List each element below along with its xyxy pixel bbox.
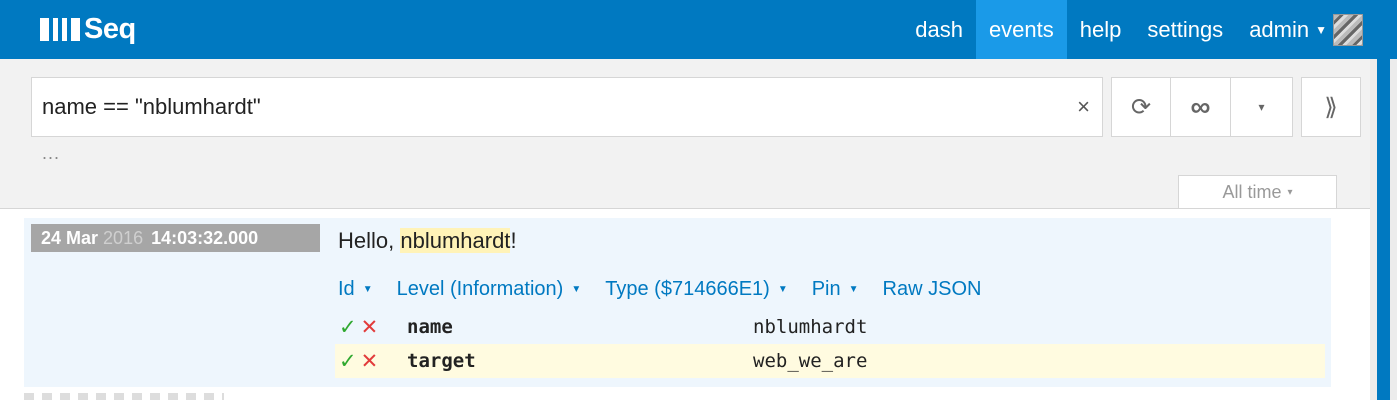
event-date: 24 Mar: [41, 227, 99, 248]
double-chevron-right-icon: ⟫: [1324, 93, 1338, 121]
message-prefix: Hello,: [338, 228, 401, 253]
event-time: 14:03:32.000: [151, 227, 259, 248]
check-icon[interactable]: ✓: [339, 315, 357, 339]
chevron-down-icon: ▼: [848, 284, 859, 295]
clear-icon[interactable]: ×: [1077, 94, 1090, 120]
action-label: Level (Information): [396, 278, 564, 300]
query-more[interactable]: ...: [42, 143, 60, 164]
event-properties: ✓ ✕ name nblumhardt ✓ ✕ target web_we_ar…: [335, 310, 1325, 378]
action-type[interactable]: Type ($714666E1) ▼: [605, 278, 787, 301]
chevron-down-icon: ▼: [571, 284, 582, 295]
nav-settings[interactable]: settings: [1134, 0, 1236, 59]
main-nav: dash events help settings admin ▼: [902, 0, 1397, 59]
action-level[interactable]: Level (Information) ▼: [397, 278, 582, 301]
event-list: 24 Mar 2016 14:03:32.000 Hello, nblumhar…: [0, 208, 1370, 400]
tail-button[interactable]: ∞: [1171, 77, 1231, 137]
refresh-button[interactable]: ⟳: [1111, 77, 1171, 137]
logo-text: Seq: [84, 13, 136, 45]
expand-panel-button[interactable]: ⟫: [1301, 77, 1361, 137]
user-menu[interactable]: admin ▼: [1236, 0, 1397, 59]
chevron-down-icon: ▾: [1287, 186, 1293, 198]
search-box: ×: [31, 77, 1103, 137]
close-icon[interactable]: ✕: [361, 349, 379, 373]
nav-dash[interactable]: dash: [902, 0, 976, 59]
chevron-down-icon: ▼: [1315, 22, 1327, 37]
scrollbar-thumb[interactable]: [1377, 59, 1390, 400]
event-year: 2016: [103, 227, 144, 248]
logo-bars-icon: [40, 18, 80, 41]
query-toolbar: ⟳ ∞ ▾ ⟫: [1111, 77, 1361, 137]
property-name: name: [407, 316, 453, 338]
time-range-label: All time: [1222, 181, 1282, 202]
property-filters: ✓ ✕: [335, 315, 407, 339]
action-pin[interactable]: Pin ▼: [812, 278, 859, 301]
action-label: Pin: [811, 278, 841, 300]
event-row[interactable]: 24 Mar 2016 14:03:32.000 Hello, nblumhar…: [24, 218, 1331, 387]
query-bar: × ⟳ ∞ ▾ ⟫: [31, 77, 1361, 137]
seq-logo[interactable]: Seq: [40, 0, 136, 59]
property-filters: ✓ ✕: [335, 349, 407, 373]
time-range-selector[interactable]: All time ▾: [1178, 175, 1337, 208]
top-bar: Seq dash events help settings admin ▼: [0, 0, 1397, 59]
avatar[interactable]: [1333, 13, 1363, 46]
action-label: Type ($714666E1): [605, 278, 770, 300]
property-name: target: [407, 350, 476, 372]
event-actions: Id ▼ Level (Information) ▼ Type ($714666E1…: [338, 278, 981, 301]
user-name: admin: [1249, 16, 1310, 42]
event-timestamp[interactable]: 24 Mar 2016 14:03:32.000: [31, 224, 320, 252]
message-highlight: nblumhardt: [400, 228, 511, 253]
check-icon[interactable]: ✓: [339, 349, 357, 373]
property-value: nblumhardt: [753, 316, 868, 338]
chevron-down-icon: ▾: [1258, 100, 1265, 114]
chevron-down-icon: ▼: [777, 284, 788, 295]
action-raw-json[interactable]: Raw JSON: [883, 278, 982, 301]
tail-options-button[interactable]: ▾: [1231, 77, 1293, 137]
nav-events[interactable]: events: [975, 0, 1067, 59]
action-label: Id: [338, 278, 355, 300]
nav-help[interactable]: help: [1067, 0, 1135, 59]
close-icon[interactable]: ✕: [361, 315, 379, 339]
filter-input[interactable]: [32, 79, 1032, 135]
chevron-down-icon: ▼: [362, 284, 373, 295]
property-value: web_we_are: [753, 350, 868, 372]
next-event-row[interactable]: [24, 393, 224, 400]
message-suffix: !: [510, 228, 517, 253]
refresh-icon: ⟳: [1130, 93, 1152, 121]
infinity-icon: ∞: [1190, 91, 1211, 122]
property-row: ✓ ✕ target web_we_are: [335, 344, 1325, 378]
property-row: ✓ ✕ name nblumhardt: [335, 310, 1325, 344]
action-id[interactable]: Id ▼: [338, 278, 373, 301]
action-label: Raw JSON: [882, 278, 982, 300]
event-message: Hello, nblumhardt!: [338, 228, 517, 254]
